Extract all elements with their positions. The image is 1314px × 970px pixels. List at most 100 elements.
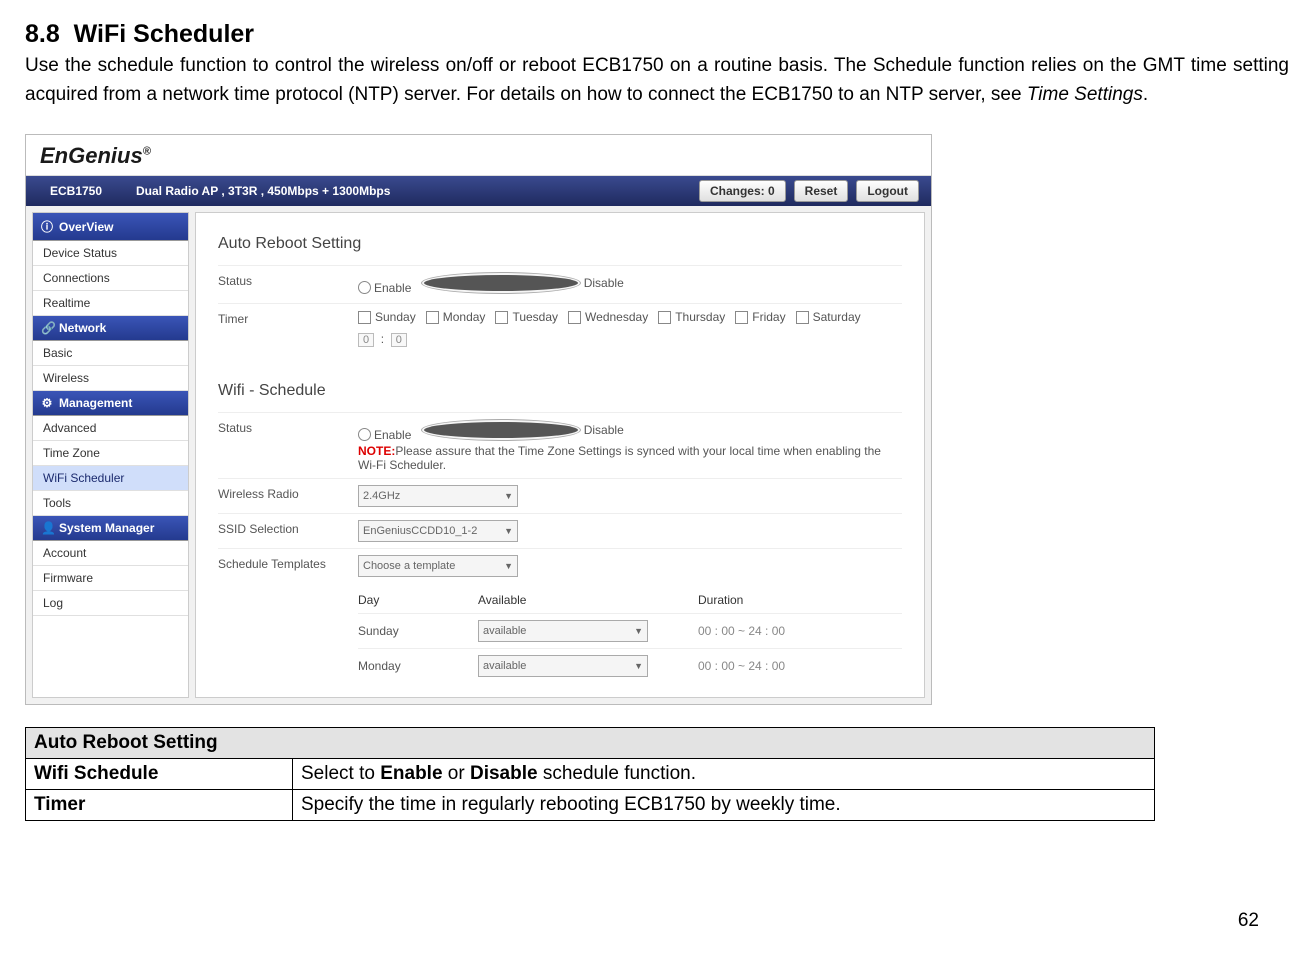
sidebar-item-connections[interactable]: Connections <box>33 266 188 291</box>
radio-disable-wifi-label: Disable <box>584 423 624 437</box>
router-topbar: ECB1750 Dual Radio AP , 3T3R , 450Mbps +… <box>26 176 931 206</box>
registered-symbol: ® <box>143 146 151 158</box>
chevron-down-icon: ▼ <box>504 491 513 501</box>
row-ssid: SSID Selection EnGeniusCCDD10_1-2▼ <box>218 513 902 548</box>
section-number: 8.8 <box>25 20 60 48</box>
row-key: Timer <box>26 790 293 821</box>
sched-avail-cell: available ▼ <box>478 655 678 677</box>
auto-reboot-title: Auto Reboot Setting <box>218 235 902 253</box>
select-available[interactable]: available ▼ <box>478 655 648 677</box>
sidebar-item-basic[interactable]: Basic <box>33 341 188 366</box>
label-timer: Timer <box>218 310 358 326</box>
hour-input[interactable]: 0 <box>358 333 374 347</box>
table-header: Auto Reboot Setting <box>26 728 1155 759</box>
checkbox-icon[interactable] <box>358 311 371 324</box>
row-value-bold-disable: Disable <box>470 763 538 784</box>
sidebar-header-management[interactable]: ⚙ Management <box>33 391 188 416</box>
model-desc: Dual Radio AP , 3T3R , 450Mbps + 1300Mbp… <box>126 184 695 198</box>
col-day: Day <box>358 593 458 607</box>
sidebar-item-tools[interactable]: Tools <box>33 491 188 516</box>
checkbox-icon[interactable] <box>568 311 581 324</box>
select-available-value: available <box>483 660 526 672</box>
sidebar-header-management-label: Management <box>59 396 132 410</box>
router-logo-text: EnGenius <box>40 143 143 168</box>
sidebar-header-network[interactable]: 🔗Network <box>33 316 188 341</box>
schedule-row: Monday available▼ 00 : 00 ~ 24 : 00 <box>358 648 902 683</box>
chevron-down-icon: ▼ <box>634 661 643 671</box>
changes-button[interactable]: Changes: 0 <box>699 180 786 202</box>
radio-enable-auto[interactable]: Enable <box>358 281 411 295</box>
select-ssid-value: EnGeniusCCDD10_1-2 <box>363 525 477 537</box>
row-key: Wifi Schedule <box>26 759 293 790</box>
page-number: 62 <box>1238 910 1259 932</box>
checkbox-icon[interactable] <box>796 311 809 324</box>
row-value-bold-enable: Enable <box>380 763 442 784</box>
label-status-auto: Status <box>218 272 358 288</box>
sidebar-item-device-status[interactable]: Device Status <box>33 241 188 266</box>
sidebar-item-account[interactable]: Account <box>33 541 188 566</box>
chevron-down-icon: ▼ <box>634 626 643 636</box>
radio-disable-auto-label: Disable <box>584 276 624 290</box>
sched-duration: 00 : 00 ~ 24 : 00 <box>698 659 902 673</box>
router-body: ⓘ OverView Device Status Connections Real… <box>26 206 931 704</box>
main-panel: Auto Reboot Setting Status Enable Disabl… <box>195 212 925 698</box>
day-checkbox-row: Sunday Monday Tuesday Wednesday Thursday… <box>358 310 902 324</box>
sidebar-item-advanced[interactable]: Advanced <box>33 416 188 441</box>
table-row: Timer Specify the time in regularly rebo… <box>26 790 1155 821</box>
schedule-row: Sunday available▼ 00 : 00 ~ 24 : 00 <box>358 613 902 648</box>
day-sunday: Sunday <box>375 310 416 324</box>
radio-icon <box>421 419 581 441</box>
day-thursday: Thursday <box>675 310 725 324</box>
router-logo: EnGenius® <box>26 135 931 176</box>
select-available[interactable]: available▼ <box>478 620 648 642</box>
ctrl-status-wifi: Enable Disable NOTE:Please assure that t… <box>358 419 902 472</box>
ctrl-ssid: EnGeniusCCDD10_1-2 ▼ <box>358 520 902 542</box>
router-screenshot: EnGenius® ECB1750 Dual Radio AP , 3T3R ,… <box>25 134 932 705</box>
note-text: Please assure that the Time Zone Setting… <box>358 444 881 472</box>
sidebar-item-wireless[interactable]: Wireless <box>33 366 188 391</box>
time-inputs: 0 : 0 <box>358 332 902 346</box>
select-wireless-radio[interactable]: 2.4GHz ▼ <box>358 485 518 507</box>
chevron-down-icon: ▼ <box>504 526 513 536</box>
label-wireless-radio: Wireless Radio <box>218 485 358 501</box>
label-templates: Schedule Templates <box>218 555 358 571</box>
logout-button[interactable]: Logout <box>856 180 919 202</box>
radio-icon <box>421 272 581 294</box>
gear-icon: ⚙ <box>41 396 53 410</box>
sidebar: ⓘ OverView Device Status Connections Real… <box>32 212 189 698</box>
table-row: Wifi Schedule Select to Enable or Disabl… <box>26 759 1155 790</box>
sidebar-header-system-label: System Manager <box>59 521 154 535</box>
checkbox-icon[interactable] <box>495 311 508 324</box>
sidebar-item-realtime[interactable]: Realtime <box>33 291 188 316</box>
network-icon: 🔗 <box>41 321 53 335</box>
checkbox-icon[interactable] <box>658 311 671 324</box>
radio-disable-auto[interactable]: Disable <box>421 272 624 294</box>
section-title: 8.8 WiFi Scheduler <box>25 20 1289 49</box>
minute-input[interactable]: 0 <box>391 333 407 347</box>
sidebar-item-wifi-scheduler[interactable]: WiFi Scheduler <box>33 466 188 491</box>
sched-avail-cell: available▼ <box>478 620 678 642</box>
sidebar-item-time-zone[interactable]: Time Zone <box>33 441 188 466</box>
chevron-down-icon: ▼ <box>504 561 513 571</box>
day-monday: Monday <box>443 310 486 324</box>
wifi-schedule-title: Wifi - Schedule <box>218 382 902 400</box>
row-value-mid: or <box>443 763 470 784</box>
checkbox-icon[interactable] <box>426 311 439 324</box>
checkbox-icon[interactable] <box>735 311 748 324</box>
radio-enable-wifi-label: Enable <box>374 428 411 442</box>
info-icon: ⓘ <box>41 218 53 235</box>
reset-button[interactable]: Reset <box>794 180 849 202</box>
intro-text-2: . <box>1143 84 1148 105</box>
radio-enable-wifi[interactable]: Enable <box>358 428 411 442</box>
select-wireless-radio-value: 2.4GHz <box>363 490 400 502</box>
sidebar-header-overview-label: OverView <box>59 220 113 234</box>
select-ssid[interactable]: EnGeniusCCDD10_1-2 ▼ <box>358 520 518 542</box>
sidebar-header-system[interactable]: 👤System Manager <box>33 516 188 541</box>
radio-disable-wifi[interactable]: Disable <box>421 419 624 441</box>
sidebar-header-overview[interactable]: ⓘ OverView <box>33 213 188 241</box>
radio-row: Enable Disable <box>358 419 902 444</box>
select-template[interactable]: Choose a template▼ <box>358 555 518 577</box>
sidebar-item-log[interactable]: Log <box>33 591 188 616</box>
day-wednesday: Wednesday <box>585 310 648 324</box>
sidebar-item-firmware[interactable]: Firmware <box>33 566 188 591</box>
